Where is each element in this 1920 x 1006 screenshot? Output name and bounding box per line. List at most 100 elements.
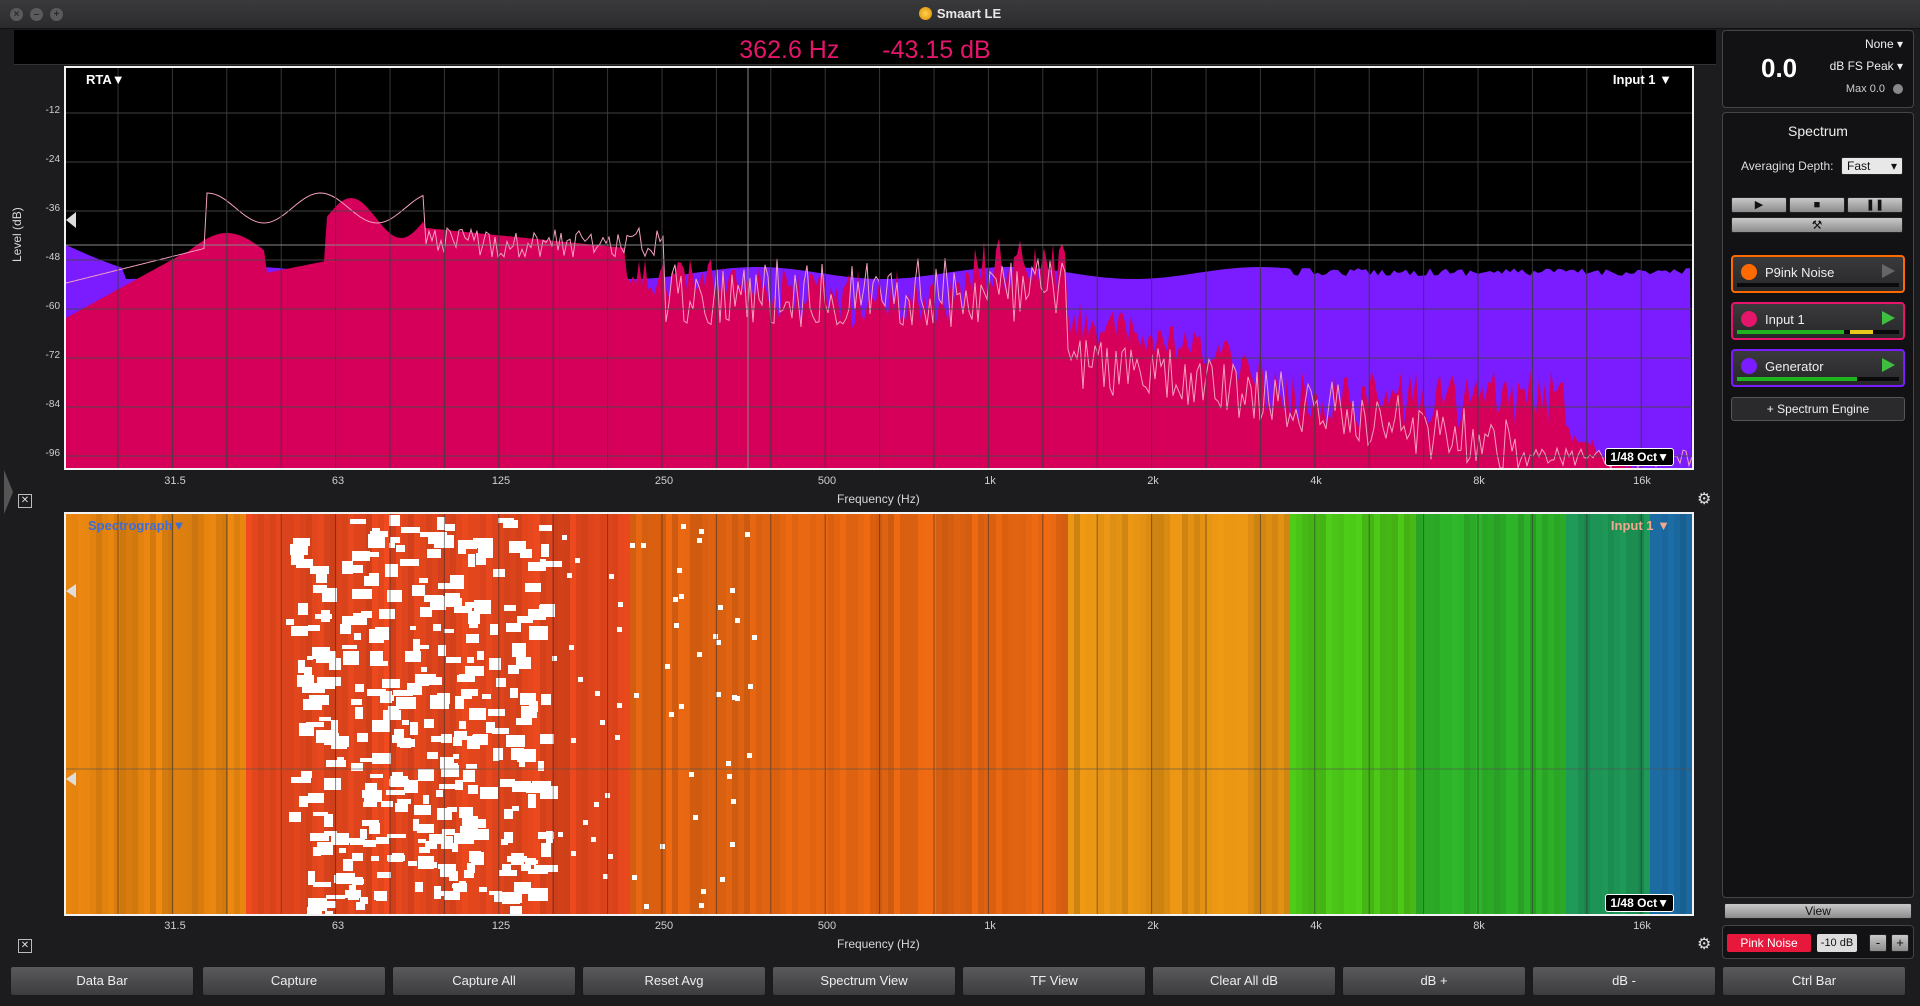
x-tick-label: 2k [1147,475,1159,487]
x-tick-label: 31.5 [164,920,186,932]
bottom-bar-button-tf-view[interactable]: TF View [962,966,1146,996]
view-button[interactable]: View [1724,903,1912,919]
source-play-icon[interactable] [1882,311,1895,325]
source-level-meter [1737,330,1899,334]
source-level-meter [1737,377,1899,381]
spectrograph-input-dropdown[interactable]: Input 1 ▼ [1611,518,1670,533]
source-level-meter [1737,283,1899,287]
config-tools-button[interactable]: ⚒ [1731,217,1903,233]
generator-level-down-button[interactable]: - [1869,934,1887,952]
readout-frequency: 362.6 Hz [739,36,840,64]
x-tick-label: 31.5 [164,475,186,487]
meter-value: 0.0 [1761,53,1798,83]
rta-threshold-handle[interactable] [66,212,76,228]
source-color-dot[interactable] [1741,264,1757,280]
add-spectrum-engine-button[interactable]: + Spectrum Engine [1731,397,1905,421]
pause-button[interactable]: ❚❚ [1847,197,1903,213]
x-tick-label: 4k [1310,920,1322,932]
x-tick-label: 63 [331,920,345,932]
cursor-readout: 362.6 Hz -43.15 dB [14,30,1716,65]
tools-icon: ⚒ [1811,218,1823,232]
window-title: Smaart LE [0,6,1920,21]
bottom-bar-button-clear-all-db[interactable]: Clear All dB [1152,966,1336,996]
bottom-bar-button-db[interactable]: dB - [1532,966,1716,996]
spectrograph-plot[interactable]: Spectrograph▼ Input 1 ▼ 1/48 Oct▼ [64,512,1694,916]
spectrum-control-panel: Spectrum Averaging Depth: Fast ▾ ▶ ■ ❚❚ ⚒… [1722,112,1914,898]
spectrograph-bottom-handle[interactable] [66,772,76,786]
x-tick-label: 250 [654,475,674,487]
x-tick-label: 63 [331,475,345,487]
bottom-bar-button-ctrl-bar[interactable]: Ctrl Bar [1722,966,1906,996]
meter-mode-select-value: dB FS Peak [1829,59,1894,73]
source-color-dot[interactable] [1741,311,1757,327]
rta-resolution-dropdown[interactable]: 1/48 Oct▼ [1605,448,1674,466]
meter-source-select[interactable]: None ▾ [1865,37,1903,51]
input-meter-panel: 0.0 None ▾ dB FS Peak ▾ Max 0.0 [1722,30,1914,108]
x-tick-label: 16k [1633,475,1651,487]
source-play-icon[interactable] [1882,358,1895,372]
source-label: P9ink Noise [1765,265,1835,280]
meter-mode-select[interactable]: dB FS Peak ▾ [1830,59,1903,73]
bottom-bar-button-capture[interactable]: Capture [202,966,386,996]
bottom-bar-button-db[interactable]: dB + [1342,966,1526,996]
x-tick-label: 2k [1147,920,1159,932]
rta-input-dropdown[interactable]: Input 1 ▼ [1613,72,1672,87]
generator-level-display: -10 dB [1817,934,1857,952]
x-tick-label: 500 [817,920,837,932]
spectrograph-close-icon[interactable]: ✕ [18,939,32,953]
generator-level-up-button[interactable]: + [1891,934,1909,952]
meter-max-label: Max 0.0 [1845,83,1885,95]
side-panel-toggle[interactable] [4,470,13,514]
bottom-bar-button-spectrum-view[interactable]: Spectrum View [772,966,956,996]
spectrograph-top-handle[interactable] [66,584,76,598]
smaart-logo-icon [918,7,932,20]
x-tick-label: 4k [1310,475,1322,487]
x-tick-label: 8k [1473,920,1485,932]
bottom-bar-button-capture-all[interactable]: Capture All [392,966,576,996]
rta-plot[interactable]: RTA▼ Input 1 ▼ 1/48 Oct▼ [64,66,1694,470]
source-label: Input 1 [1765,312,1805,327]
x-tick-label: 1k [984,475,996,487]
title-bar: × – + Smaart LE [0,0,1920,29]
meter-reset-indicator[interactable] [1893,84,1903,94]
x-tick-label: 250 [654,920,674,932]
spectrograph-gear-icon[interactable]: ⚙ [1697,934,1711,954]
source-input-1[interactable]: Input 1 [1731,302,1905,340]
bottom-bar-button-reset-avg[interactable]: Reset Avg [582,966,766,996]
source-play-icon[interactable] [1882,264,1895,278]
pink-noise-generator-button[interactable]: Pink Noise [1727,934,1811,952]
rta-gear-icon[interactable]: ⚙ [1697,489,1711,509]
spectrograph-mode-dropdown[interactable]: Spectrograph▼ [88,518,185,533]
play-button[interactable]: ▶ [1731,197,1787,213]
spectrum-panel-title: Spectrum [1788,123,1848,139]
spectrograph-graph[interactable] [66,514,1692,914]
y-tick-label: -24 [45,154,60,165]
stop-button[interactable]: ■ [1789,197,1845,213]
averaging-depth-label: Averaging Depth: [1741,159,1834,173]
y-tick-label: -60 [45,301,60,312]
rta-graph[interactable] [66,68,1692,468]
window-title-text: Smaart LE [936,6,1002,21]
y-tick-label: -12 [45,105,60,116]
spectrograph-x-axis-title: Frequency (Hz) [837,937,920,951]
source-generator[interactable]: Generator [1731,349,1905,387]
rta-mode-dropdown[interactable]: RTA▼ [86,72,125,87]
readout-level: -43.15 dB [882,36,991,64]
bottom-bar-button-data-bar[interactable]: Data Bar [10,966,194,996]
averaging-depth-select[interactable]: Fast ▾ [1841,157,1903,175]
spectrograph-resolution-dropdown[interactable]: 1/48 Oct▼ [1605,894,1674,912]
chevron-down-icon: ▾ [1890,159,1897,173]
source-pink-noise[interactable]: P9ink Noise [1731,255,1905,293]
averaging-depth-value: Fast [1847,159,1871,173]
x-tick-label: 8k [1473,475,1485,487]
pause-icon: ❚❚ [1865,199,1885,211]
rta-close-icon[interactable]: ✕ [18,494,32,508]
x-tick-label: 500 [817,475,837,487]
x-tick-label: 125 [491,920,511,932]
y-tick-label: -36 [45,203,60,214]
chevron-down-icon: ▾ [1896,37,1903,51]
generator-strip: Pink Noise -10 dB - + [1722,925,1914,959]
source-color-dot[interactable] [1741,358,1757,374]
y-tick-label: -96 [45,448,60,459]
y-tick-label: -72 [45,350,60,361]
